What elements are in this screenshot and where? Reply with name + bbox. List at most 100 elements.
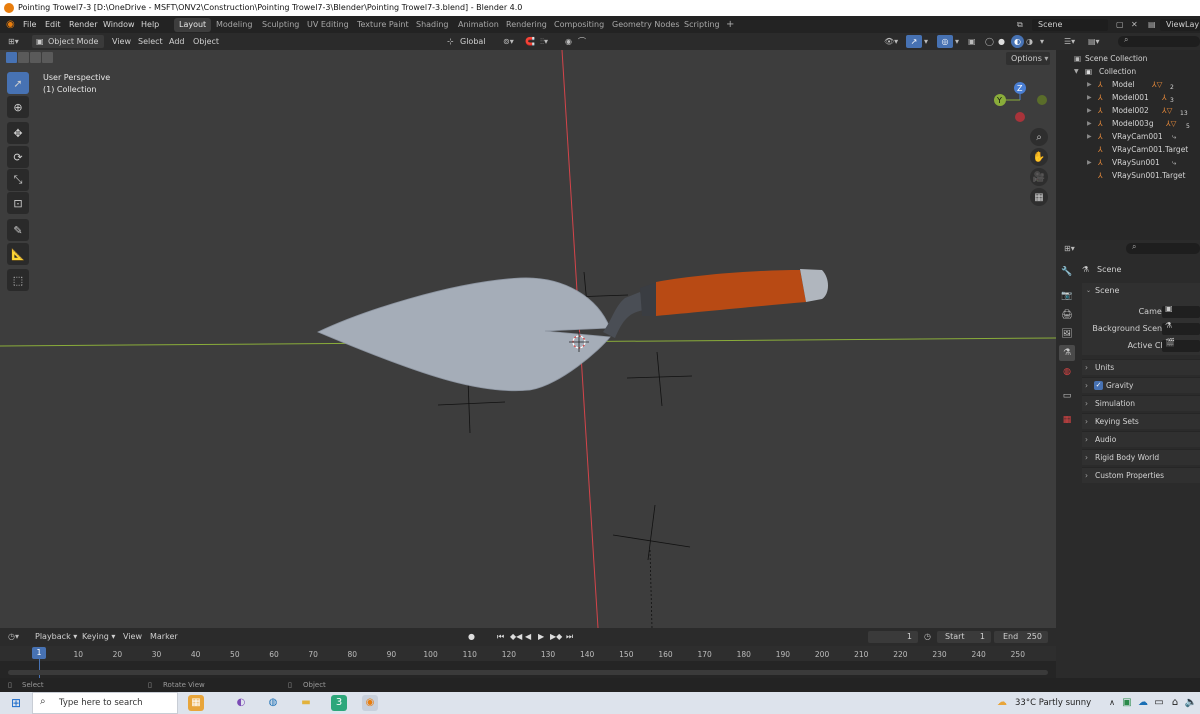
transform-tool-icon[interactable]: ⊡ <box>7 192 29 214</box>
outliner-editor-icon[interactable]: ☰▾ <box>1064 35 1075 48</box>
tab-sculpting[interactable]: Sculpting <box>257 18 304 32</box>
select-extend-icon[interactable] <box>18 52 29 63</box>
audio-panel[interactable]: › Audio <box>1082 431 1200 447</box>
menu-window[interactable]: Window <box>103 16 135 33</box>
outliner-item-model002[interactable]: ▶ ⅄ Model002 ⅄▽ 13 <box>1056 104 1200 117</box>
tray-app-icon[interactable]: ▣ <box>1119 695 1135 711</box>
taskbar-search-input[interactable]: ⌕ Type here to search <box>32 692 178 714</box>
jump-start-icon[interactable]: ⏮ <box>497 630 504 643</box>
current-frame-field[interactable]: 1 <box>868 631 918 643</box>
outliner-scene-collection[interactable]: ▣ Scene Collection <box>1056 52 1200 65</box>
pan-hand-icon[interactable]: ✋ <box>1030 148 1048 166</box>
cursor-tool-icon[interactable]: ⊕ <box>7 96 29 118</box>
next-keyframe-icon[interactable]: ▶◆ <box>550 630 562 643</box>
material-shading-icon[interactable]: ◐ <box>1011 35 1024 48</box>
move-tool-icon[interactable]: ✥ <box>7 122 29 144</box>
viewlayer-icon[interactable]: ▤ <box>1148 16 1156 33</box>
zoom-icon[interactable]: ⌕ <box>1030 128 1048 146</box>
add-workspace-icon[interactable]: + <box>726 16 734 33</box>
mode-dropdown[interactable]: ▣ Object Mode <box>32 35 104 48</box>
units-panel[interactable]: › Units <box>1082 359 1200 375</box>
collection-props-tab-icon[interactable]: ▭ <box>1059 388 1075 404</box>
view-layer-tab-icon[interactable]: 🖼 <box>1059 326 1075 342</box>
keying-menu[interactable]: Keying ▾ <box>82 630 115 643</box>
rendered-shading-icon[interactable]: ◑ <box>1026 35 1033 48</box>
gravity-panel[interactable]: › ✓ Gravity <box>1082 377 1200 393</box>
tab-geometry-nodes[interactable]: Geometry Nodes <box>607 18 684 32</box>
ortho-grid-icon[interactable]: ▦ <box>1030 188 1048 206</box>
properties-search-input[interactable]: ⌕ <box>1126 242 1200 254</box>
proportional-edit-icon[interactable]: ◉ <box>565 35 572 48</box>
select-box-icon[interactable] <box>6 52 17 63</box>
tab-animation[interactable]: Animation <box>453 18 504 32</box>
output-props-tab-icon[interactable]: 🖨 <box>1059 307 1075 323</box>
prev-keyframe-icon[interactable]: ◆◀ <box>510 630 522 643</box>
snap-settings-icon[interactable]: ⫶⫶▾ <box>540 35 548 48</box>
tab-layout[interactable]: Layout <box>174 18 212 32</box>
wireframe-shading-icon[interactable]: ◯ <box>985 35 994 48</box>
world-props-tab-icon[interactable]: ◍ <box>1059 364 1075 380</box>
play-reverse-icon[interactable]: ◀ <box>525 630 531 643</box>
viewlayer-selector[interactable]: ViewLay <box>1160 19 1200 31</box>
object-menu[interactable]: Object <box>193 35 219 48</box>
xray-icon[interactable]: ▣ <box>968 35 976 48</box>
outliner-item-model001[interactable]: ▶ ⅄ Model001 ⅄ 3 <box>1056 91 1200 104</box>
background-scene-field[interactable]: ⚗ <box>1162 321 1200 335</box>
add-cube-tool-icon[interactable]: ⬚ <box>7 269 29 291</box>
render-props-tab-icon[interactable]: 📷 <box>1059 288 1075 304</box>
start-frame-field[interactable]: Start 1 <box>937 631 991 643</box>
menu-file[interactable]: File <box>23 16 36 33</box>
tab-rendering[interactable]: Rendering <box>501 18 552 32</box>
expand-arrow-icon[interactable]: ▶ <box>1087 91 1092 104</box>
briefcase-app-icon[interactable]: ▦ <box>188 695 204 711</box>
trowel-blade[interactable] <box>317 277 611 392</box>
tab-shading[interactable]: Shading <box>411 18 454 32</box>
custom-properties-panel[interactable]: › Custom Properties <box>1082 467 1200 483</box>
select-menu[interactable]: Select <box>138 35 163 48</box>
expand-arrow-icon[interactable]: ▶ <box>1087 156 1092 169</box>
rigid-body-world-panel[interactable]: › Rigid Body World <box>1082 449 1200 465</box>
blender-taskbar-icon[interactable]: ◉ <box>362 695 378 711</box>
menu-render[interactable]: Render <box>69 16 97 33</box>
view-menu[interactable]: View <box>112 35 131 48</box>
gizmo-dropdown-icon[interactable]: ▾ <box>924 35 928 48</box>
gizmo-toggle-icon[interactable]: ↗ <box>906 35 922 48</box>
preview-range-icon[interactable]: ◷ <box>924 630 931 643</box>
timeline-scrollbar[interactable] <box>8 670 1048 675</box>
scene-props-tab-icon[interactable]: ⚗ <box>1059 345 1075 361</box>
keying-sets-panel[interactable]: › Keying Sets <box>1082 413 1200 429</box>
expand-arrow-icon[interactable]: ▶ <box>1087 104 1092 117</box>
scene-panel-header[interactable]: ⌄ Scene <box>1082 283 1200 299</box>
display-icon[interactable]: ▭ <box>1151 695 1167 711</box>
menu-edit[interactable]: Edit <box>45 16 61 33</box>
tab-modeling[interactable]: Modeling <box>211 18 257 32</box>
tray-chevron-icon[interactable]: ∧ <box>1104 695 1120 711</box>
shading-dropdown-icon[interactable]: ▾ <box>1040 35 1044 48</box>
measure-tool-icon[interactable]: 📐 <box>7 243 29 265</box>
volume-icon[interactable]: 🔈 <box>1183 695 1199 711</box>
outliner-filter-icon[interactable]: ▤▾ <box>1088 35 1100 48</box>
orientation-dropdown[interactable]: Global <box>460 35 486 48</box>
outliner-item-vraysun001-target[interactable]: ⅄ VRaySun001.Target <box>1056 169 1200 182</box>
outliner-collection[interactable]: ▼ ▣ Collection <box>1056 65 1200 78</box>
camera-field[interactable]: ▣ <box>1162 304 1200 318</box>
blender-menu-icon[interactable]: ◉ <box>6 16 15 33</box>
editor-type-icon[interactable]: ⊞▾ <box>8 35 19 48</box>
scene-selector[interactable]: Scene <box>1032 19 1108 31</box>
tab-uv-editing[interactable]: UV Editing <box>302 18 354 32</box>
overlay-toggle-icon[interactable]: ◎ <box>937 35 953 48</box>
play-icon[interactable]: ▶ <box>538 630 544 643</box>
new-scene-icon[interactable]: ▢ <box>1116 16 1124 33</box>
app-3-icon[interactable]: 3 <box>331 695 347 711</box>
annotate-tool-icon[interactable]: ✎ <box>7 219 29 241</box>
outliner-item-model003g[interactable]: ▶ ⅄ Model003g ⅄▽ 5 <box>1056 117 1200 130</box>
outliner-item-vraycam001-target[interactable]: ⅄ VRayCam001.Target <box>1056 143 1200 156</box>
pivot-icon[interactable]: ⊚▾ <box>503 35 514 48</box>
select-intersect-icon[interactable] <box>42 52 53 63</box>
trowel-ferrule[interactable] <box>640 282 658 316</box>
rotate-tool-icon[interactable]: ⟳ <box>7 146 29 168</box>
browser-app-icon[interactable]: ◐ <box>233 695 249 711</box>
marker-menu[interactable]: Marker <box>150 630 178 643</box>
falloff-icon[interactable]: ⌒ <box>578 35 586 48</box>
tab-scripting[interactable]: Scripting <box>679 18 725 32</box>
